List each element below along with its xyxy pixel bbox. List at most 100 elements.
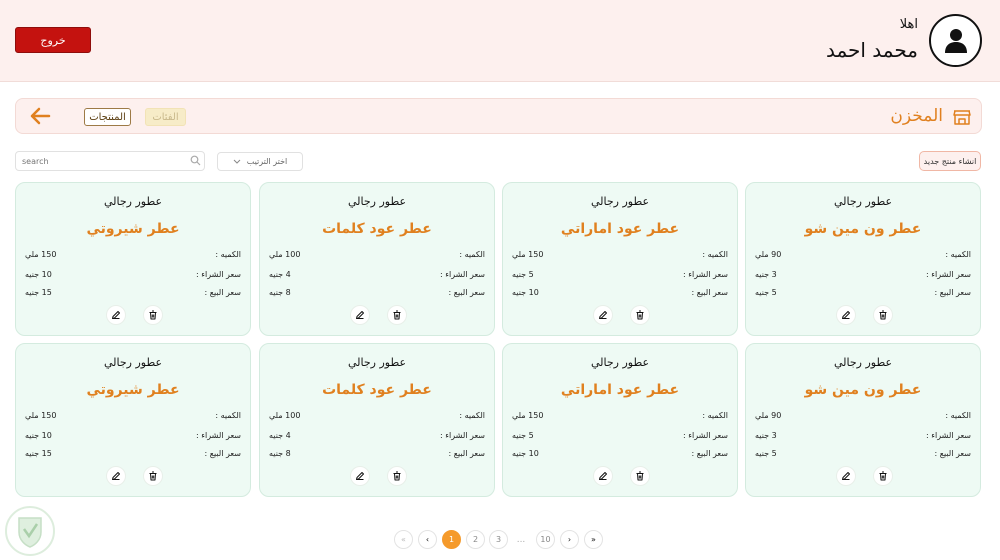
edit-button[interactable] xyxy=(350,466,370,486)
edit-button[interactable] xyxy=(593,305,613,325)
sell-price-value: 8 جنيه xyxy=(269,288,291,297)
buy-price-label: سعر الشراء : xyxy=(683,270,728,279)
quantity-label: الكميه : xyxy=(459,411,485,420)
delete-button[interactable] xyxy=(143,305,163,325)
sort-dropdown[interactable]: اختر الترتيب xyxy=(217,152,303,171)
product-category: عطور رجالي xyxy=(103,356,163,369)
arrow-left-icon[interactable] xyxy=(29,107,51,125)
quantity-value: 90 ملي xyxy=(755,411,782,420)
trash-icon xyxy=(636,471,644,481)
logout-button[interactable]: خروج xyxy=(15,27,91,53)
trash-icon xyxy=(636,310,644,320)
watermark-logo xyxy=(5,506,55,556)
prev-page-button[interactable]: ‹ xyxy=(418,530,437,549)
sell-price-value: 15 جنيه xyxy=(25,288,52,297)
tab-products[interactable]: المنتجات xyxy=(84,108,131,126)
trash-icon xyxy=(879,471,887,481)
pencil-icon xyxy=(356,472,364,480)
delete-button[interactable] xyxy=(387,466,407,486)
delete-button[interactable] xyxy=(143,466,163,486)
trash-icon xyxy=(393,310,401,320)
product-card: عطور رجالي عطر عود اماراتي الكميه : 150 م… xyxy=(502,182,738,336)
page-button-3[interactable]: 3 xyxy=(489,530,508,549)
next-page-button[interactable]: › xyxy=(560,530,579,549)
product-category: عطور رجالي xyxy=(833,356,893,369)
buy-price-label: سعر الشراء : xyxy=(440,270,485,279)
page-button-2[interactable]: 2 xyxy=(466,530,485,549)
buy-price-value: 5 جنيه xyxy=(512,431,534,440)
product-name: عطر شيروتي xyxy=(86,382,180,398)
quantity-value: 150 ملي xyxy=(512,411,544,420)
product-category: عطور رجالي xyxy=(833,195,893,208)
sell-price-label: سعر البيع : xyxy=(448,288,485,297)
buy-price-label: سعر الشراء : xyxy=(926,270,971,279)
product-card: عطور رجالي عطر عود كلمات الكميه : 100 ملي… xyxy=(259,343,495,497)
chevron-down-icon xyxy=(233,159,241,164)
user-name: محمد احمد xyxy=(825,38,918,62)
buy-price-label: سعر الشراء : xyxy=(196,270,241,279)
product-card: عطور رجالي عطر عود كلمات الكميه : 100 ملي… xyxy=(259,182,495,336)
page-button-1[interactable]: 1 xyxy=(442,530,461,549)
pagination-ellipsis: ... xyxy=(516,534,526,545)
pencil-icon xyxy=(112,472,120,480)
top-header: خروج اهلا محمد احمد xyxy=(0,0,1000,82)
trash-icon xyxy=(879,310,887,320)
sell-price-label: سعر البيع : xyxy=(934,288,971,297)
product-category: عطور رجالي xyxy=(590,195,650,208)
delete-button[interactable] xyxy=(630,305,650,325)
trash-icon xyxy=(149,471,157,481)
edit-button[interactable] xyxy=(593,466,613,486)
first-page-button[interactable]: « xyxy=(394,530,413,549)
greeting-text: اهلا xyxy=(899,17,918,32)
product-name: عطر عود اماراتي xyxy=(560,382,680,398)
product-card: عطور رجالي عطر ون مين شو الكميه :90 ملي … xyxy=(745,182,981,336)
buy-price-label: سعر الشراء : xyxy=(683,431,728,440)
search-input[interactable] xyxy=(15,151,205,171)
quantity-value: 90 ملي xyxy=(755,250,782,259)
quantity-label: الكميه : xyxy=(459,250,485,259)
edit-button[interactable] xyxy=(106,466,126,486)
quantity-value: 150 ملي xyxy=(25,250,57,259)
quantity-label: الكميه : xyxy=(945,411,971,420)
product-name: عطر عود كلمات xyxy=(322,221,432,237)
edit-button[interactable] xyxy=(350,305,370,325)
sell-price-label: سعر البيع : xyxy=(691,449,728,458)
product-card: عطور رجالي عطر ون مين شو الكميه :90 ملي … xyxy=(745,343,981,497)
buy-price-value: 10 جنيه xyxy=(25,431,52,440)
tab-categories[interactable]: الفئات xyxy=(145,108,186,126)
edit-button[interactable] xyxy=(836,305,856,325)
sell-price-value: 10 جنيه xyxy=(512,288,539,297)
new-product-button[interactable]: انشاء منتج جديد xyxy=(919,151,981,171)
buy-price-label: سعر الشراء : xyxy=(926,431,971,440)
delete-button[interactable] xyxy=(387,305,407,325)
trash-icon xyxy=(393,471,401,481)
delete-button[interactable] xyxy=(873,305,893,325)
buy-price-value: 5 جنيه xyxy=(512,270,534,279)
buy-price-value: 4 جنيه xyxy=(269,270,291,279)
product-name: عطر عود اماراتي xyxy=(560,221,680,237)
product-category: عطور رجالي xyxy=(347,356,407,369)
product-card: عطور رجالي عطر عود اماراتي الكميه : 150 م… xyxy=(502,343,738,497)
product-card: عطور رجالي عطر شيروتي الكميه : 150 ملي سع… xyxy=(15,182,251,336)
edit-button[interactable] xyxy=(106,305,126,325)
last-page-button[interactable]: » xyxy=(584,530,603,549)
buy-price-value: 3 جنيه xyxy=(755,270,777,279)
user-avatar-icon[interactable] xyxy=(929,14,982,67)
buy-price-value: 10 جنيه xyxy=(25,270,52,279)
sell-price-label: سعر البيع : xyxy=(691,288,728,297)
store-icon xyxy=(953,110,971,125)
quantity-label: الكميه : xyxy=(945,250,971,259)
trash-icon xyxy=(149,310,157,320)
product-category: عطور رجالي xyxy=(347,195,407,208)
sell-price-value: 8 جنيه xyxy=(269,449,291,458)
page-button-10[interactable]: 10 xyxy=(536,530,555,549)
quantity-value: 100 ملي xyxy=(269,411,301,420)
edit-button[interactable] xyxy=(836,466,856,486)
delete-button[interactable] xyxy=(873,466,893,486)
product-category: عطور رجالي xyxy=(103,195,163,208)
buy-price-value: 4 جنيه xyxy=(269,431,291,440)
delete-button[interactable] xyxy=(630,466,650,486)
pencil-icon xyxy=(599,311,607,319)
pencil-icon xyxy=(842,311,850,319)
quantity-value: 150 ملي xyxy=(25,411,57,420)
